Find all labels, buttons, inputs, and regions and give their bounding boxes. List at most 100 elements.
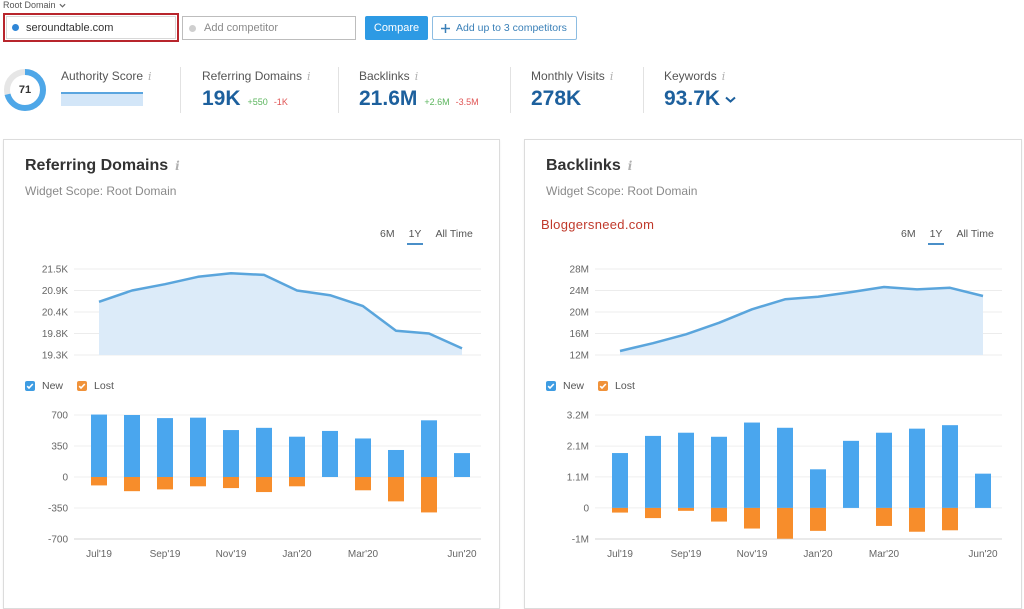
bar-new[interactable] bbox=[322, 430, 338, 477]
data-point[interactable] bbox=[945, 283, 955, 293]
info-icon[interactable] bbox=[307, 70, 311, 83]
bar-new[interactable] bbox=[975, 473, 991, 508]
bar-new[interactable] bbox=[612, 453, 628, 508]
checkbox-checked-icon[interactable] bbox=[546, 381, 556, 391]
data-point[interactable] bbox=[226, 268, 236, 278]
bar-new[interactable] bbox=[223, 430, 239, 477]
bar-lost[interactable] bbox=[777, 507, 793, 539]
competitor-input-field[interactable] bbox=[182, 16, 356, 40]
data-point[interactable] bbox=[160, 279, 170, 289]
bar-new[interactable] bbox=[256, 427, 272, 477]
data-point[interactable] bbox=[292, 286, 302, 296]
data-point[interactable] bbox=[424, 329, 434, 339]
bar-lost[interactable] bbox=[810, 507, 826, 531]
info-icon[interactable] bbox=[722, 70, 726, 83]
bar-new[interactable] bbox=[942, 425, 958, 508]
referring-domains-metric[interactable]: 19K +550 -1K bbox=[202, 87, 288, 111]
info-icon[interactable] bbox=[175, 159, 180, 173]
bar-lost[interactable] bbox=[876, 507, 892, 526]
bar-lost[interactable] bbox=[942, 507, 958, 531]
bar-lost[interactable] bbox=[678, 507, 694, 511]
legend-lost-toggle[interactable]: Lost bbox=[77, 380, 114, 392]
tab-1y[interactable]: 1Y bbox=[927, 228, 945, 245]
bar-new[interactable] bbox=[388, 449, 404, 477]
data-point[interactable] bbox=[457, 343, 467, 353]
checkbox-checked-icon[interactable] bbox=[77, 381, 88, 391]
data-point[interactable] bbox=[879, 282, 889, 292]
info-icon[interactable] bbox=[148, 70, 152, 83]
bar-lost[interactable] bbox=[124, 477, 140, 492]
data-point[interactable] bbox=[714, 318, 724, 328]
data-point[interactable] bbox=[94, 297, 104, 307]
bar-new[interactable] bbox=[91, 414, 107, 477]
add-competitors-button[interactable]: Add up to 3 competitors bbox=[432, 16, 577, 40]
data-point[interactable] bbox=[780, 294, 790, 304]
legend-lost-toggle[interactable]: Lost bbox=[598, 380, 635, 392]
competitor-input[interactable] bbox=[204, 22, 344, 34]
data-point[interactable] bbox=[813, 292, 823, 302]
bar-new[interactable] bbox=[777, 427, 793, 508]
bar-lost[interactable] bbox=[909, 507, 925, 532]
bar-new[interactable] bbox=[157, 418, 173, 477]
info-icon[interactable] bbox=[628, 159, 633, 173]
data-point[interactable] bbox=[978, 291, 988, 301]
legend-new-toggle[interactable]: New bbox=[25, 380, 63, 392]
backlinks-metric[interactable]: 21.6M +2.6M -3.5M bbox=[359, 87, 479, 111]
data-point[interactable] bbox=[193, 272, 203, 282]
scope-dropdown[interactable]: Root Domain bbox=[3, 0, 66, 10]
bar-lost[interactable] bbox=[612, 507, 628, 513]
bar-lost[interactable] bbox=[744, 507, 760, 529]
data-point[interactable] bbox=[912, 284, 922, 294]
tab-6m[interactable]: 6M bbox=[380, 228, 395, 244]
data-point[interactable] bbox=[259, 270, 269, 280]
bar-new[interactable] bbox=[843, 440, 859, 508]
bar-lost[interactable] bbox=[157, 477, 173, 490]
bar-new[interactable] bbox=[909, 428, 925, 508]
bar-lost[interactable] bbox=[289, 477, 305, 487]
bar-new[interactable] bbox=[678, 432, 694, 508]
bar-new[interactable] bbox=[124, 415, 140, 477]
checkbox-checked-icon[interactable] bbox=[25, 381, 35, 391]
data-point[interactable] bbox=[391, 326, 401, 336]
bar-lost[interactable] bbox=[388, 477, 404, 502]
keywords-metric[interactable]: 93.7K bbox=[664, 87, 736, 111]
bar-new[interactable] bbox=[711, 436, 727, 508]
data-point[interactable] bbox=[127, 286, 137, 296]
bar-new[interactable] bbox=[454, 453, 470, 477]
tab-1y[interactable]: 1Y bbox=[406, 228, 424, 245]
bar-new[interactable] bbox=[289, 436, 305, 477]
checkbox-checked-icon[interactable] bbox=[598, 381, 609, 391]
data-point[interactable] bbox=[747, 304, 757, 314]
info-icon[interactable] bbox=[610, 70, 614, 83]
bar-new[interactable] bbox=[876, 432, 892, 508]
bar-lost[interactable] bbox=[355, 477, 371, 491]
tab-all-time[interactable]: All Time bbox=[956, 228, 993, 244]
info-icon[interactable] bbox=[415, 70, 419, 83]
bar-new[interactable] bbox=[645, 435, 661, 508]
bar-lost[interactable] bbox=[645, 507, 661, 519]
bar-new[interactable] bbox=[355, 438, 371, 477]
tab-all-time[interactable]: All Time bbox=[435, 228, 472, 244]
bar-new[interactable] bbox=[190, 417, 206, 477]
data-point[interactable] bbox=[648, 338, 658, 348]
monthly-visits-metric[interactable]: 278K bbox=[531, 87, 581, 111]
bar-lost[interactable] bbox=[190, 477, 206, 487]
bar-lost[interactable] bbox=[223, 477, 239, 489]
bar-lost[interactable] bbox=[711, 507, 727, 522]
data-point[interactable] bbox=[615, 346, 625, 356]
tab-6m[interactable]: 6M bbox=[901, 228, 916, 244]
bar-new[interactable] bbox=[421, 420, 437, 477]
data-point[interactable] bbox=[846, 287, 856, 297]
compare-button[interactable]: Compare bbox=[365, 16, 428, 40]
data-point[interactable] bbox=[325, 290, 335, 300]
data-point[interactable] bbox=[358, 301, 368, 311]
bar-new[interactable] bbox=[744, 422, 760, 508]
bar-new[interactable] bbox=[810, 469, 826, 508]
bar-lost[interactable] bbox=[91, 477, 107, 486]
legend-new-toggle[interactable]: New bbox=[546, 380, 584, 392]
chevron-down-icon[interactable] bbox=[725, 96, 736, 103]
bar-lost[interactable] bbox=[421, 477, 437, 513]
bar-lost[interactable] bbox=[256, 477, 272, 493]
data-point[interactable] bbox=[681, 329, 691, 339]
domain-input[interactable]: seroundtable.com bbox=[3, 13, 179, 42]
